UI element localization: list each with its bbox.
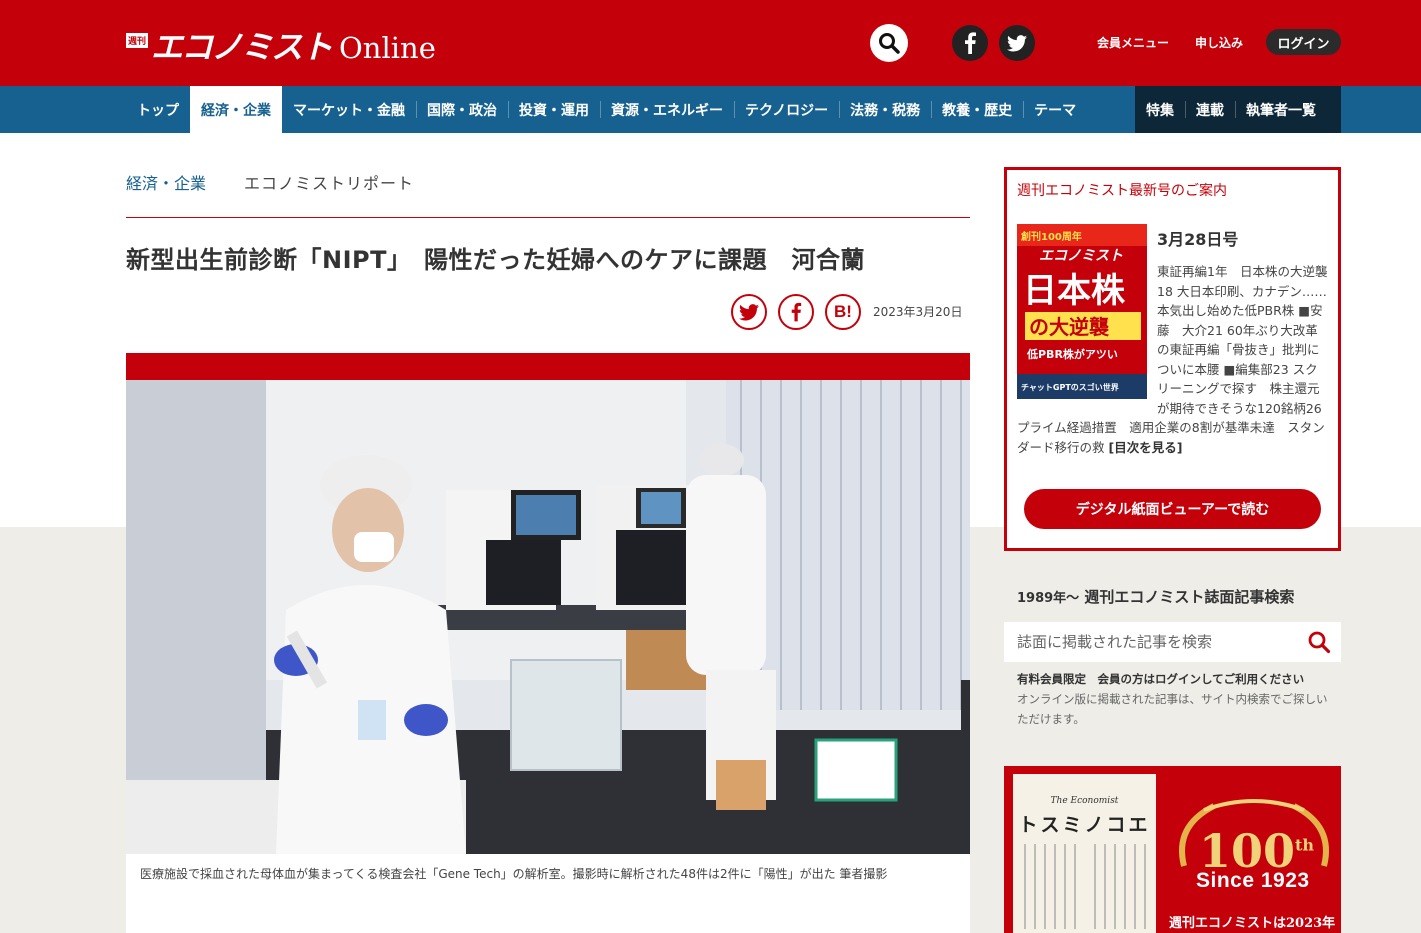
breadcrumb-category[interactable]: 経済・企業 [126,170,206,194]
nav-item-market[interactable]: マーケット・金融 [282,86,416,133]
anniversary-number-suffix: th [1295,835,1315,855]
anniversary-since: Since 1923 [1196,869,1310,892]
logo-text: エコノミスト [151,28,333,66]
search-icon [879,33,900,54]
nav-item-theme[interactable]: テーマ [1023,86,1087,133]
nav-item-economy[interactable]: 経済・企業 [190,86,282,133]
facebook-link[interactable] [952,25,988,61]
nav-item-investment[interactable]: 投資・運用 [508,86,600,133]
site-header: 週刊 エコノミスト Online 会員メニュー 申し込み ログイン [0,0,1421,86]
login-button[interactable]: ログイン [1266,29,1341,55]
latest-issue-heading: 週刊エコノミスト最新号のご案内 [1017,183,1227,199]
digital-viewer-button[interactable]: デジタル紙面ビューアーで読む [1024,489,1321,529]
first-issue-image: The Economist トスミノコエ [1013,774,1156,933]
lab-photo-illustration [126,380,970,854]
issue-date: 3月28日号 [1157,230,1239,249]
search-icon [1308,631,1331,654]
breadcrumb-series[interactable]: エコノミストリポート [244,170,414,194]
twitter-icon [1007,34,1027,51]
apply-link[interactable]: 申し込み [1195,34,1243,51]
nav-features: 特集 連載 執筆者一覧 [1135,86,1341,133]
archive-search-since: 1989年〜 [1017,591,1080,606]
photo-caption: 医療施設で採血された母体血が集まってくる検査会社「Gene Tech」の解析室。… [140,867,888,881]
nav-item-energy[interactable]: 資源・エネルギー [600,86,734,133]
article-title: 新型出生前診断「NIPT」 陽性だった妊婦へのケアに課題 河合蘭 [126,246,865,274]
table-of-contents-link[interactable]: [目次を見る] [1108,440,1182,455]
publish-date: 2023年3月20日 [873,305,963,319]
nav-item-top[interactable]: トップ [126,86,190,133]
share-twitter-button[interactable] [731,294,767,330]
nav-categories: トップ 経済・企業 マーケット・金融 国際・政治 投資・運用 資源・エネルギー … [126,86,1087,133]
facebook-icon [791,302,802,322]
nav-item-technology[interactable]: テクノロジー [734,86,839,133]
share-facebook-button[interactable] [778,294,814,330]
nav-item-law-tax[interactable]: 法務・税務 [839,86,931,133]
facebook-icon [965,32,976,54]
member-note-online: オンライン版に掲載された記事は、サイト内検索でご探しいただけます。 [1017,692,1328,726]
header-search-button[interactable] [870,24,908,62]
archive-search-button[interactable] [1307,630,1331,658]
hatena-bookmark-icon: B! [834,302,852,321]
paper-text-lines [1024,844,1146,929]
logo-mark: 週刊 [126,33,149,48]
issue-summary: 東証再編1年 日本株の大逆襲18 大日本印刷、カナデン…… 本気出し始めた低PB… [1017,262,1329,457]
archive-search-input[interactable] [1017,633,1297,651]
cover-badge: 創刊100周年 [1020,230,1082,243]
nav-item-special[interactable]: 特集 [1135,86,1185,133]
nav-item-authors[interactable]: 執筆者一覧 [1235,86,1327,133]
breadcrumb: 経済・企業 エコノミストリポート [126,170,414,194]
nav-item-culture-history[interactable]: 教養・歴史 [931,86,1023,133]
twitter-icon [739,303,759,320]
article-photo [126,380,970,854]
photo-top-bar [126,353,970,380]
member-menu-link[interactable]: 会員メニュー [1097,34,1169,51]
member-note: 有料会員限定 会員の方はログインしてご利用ください オンライン版に掲載された記事… [1017,669,1332,729]
nav-item-international[interactable]: 国際・政治 [416,86,508,133]
twitter-link[interactable] [999,25,1035,61]
title-divider [126,217,970,218]
share-hatena-button[interactable]: B! [825,294,861,330]
paper-english-title: The Economist [1050,796,1119,806]
site-logo[interactable]: 週刊 エコノミスト Online [126,22,436,68]
nav-item-series[interactable]: 連載 [1185,86,1235,133]
anniversary-text: 週刊エコノミストは2023年 [1169,916,1336,931]
archive-search-title: 1989年〜 週刊エコノミスト誌面記事検索 [1017,586,1294,607]
archive-search-label: 週刊エコノミスト誌面記事検索 [1084,588,1295,606]
paper-japanese-title: トスミノコエ [1018,814,1151,836]
member-note-paid: 有料会員限定 会員の方はログインしてご利用ください [1017,672,1305,686]
logo-online: Online [339,31,436,65]
anniversary-banner[interactable]: The Economist トスミノコエ 100th Since 1923 週刊… [1004,766,1341,933]
main-nav: トップ 経済・企業 マーケット・金融 国際・政治 投資・運用 資源・エネルギー … [0,86,1421,133]
archive-search-box [1004,622,1341,662]
